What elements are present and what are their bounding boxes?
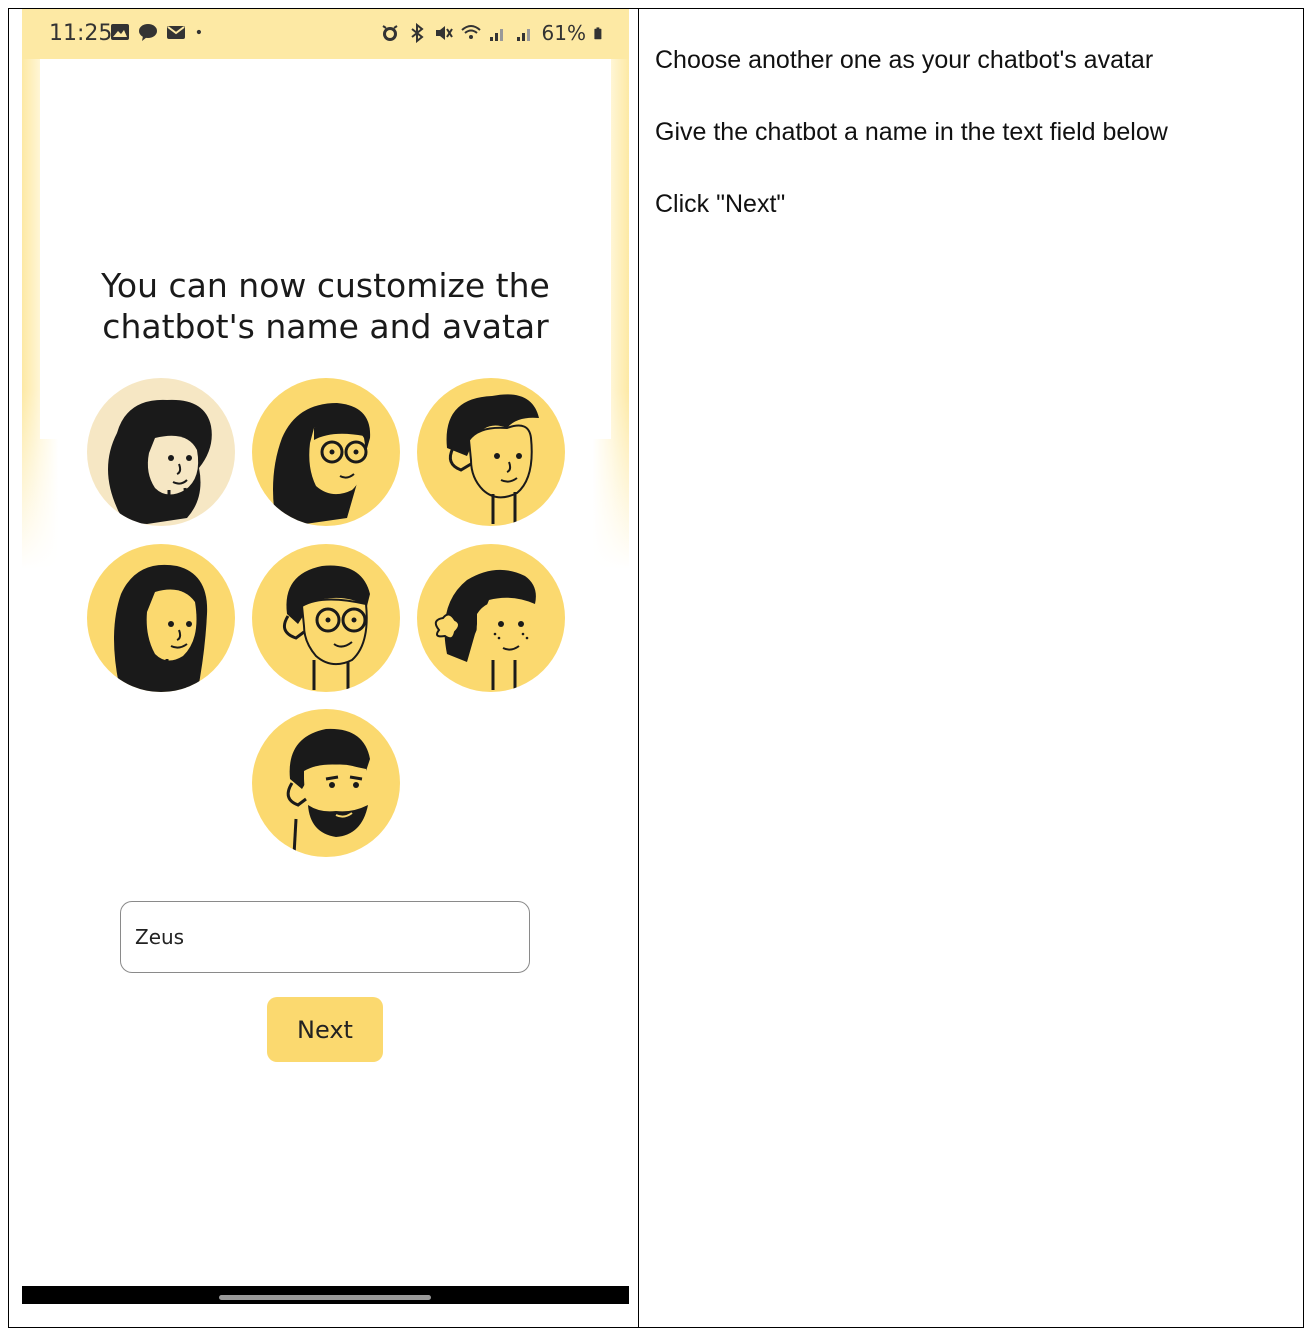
man-beard-icon (286, 728, 370, 856)
battery-icon (594, 27, 602, 40)
woman-glasses-icon (273, 403, 371, 526)
avatar-option-7[interactable] (252, 709, 400, 857)
mail-icon (167, 26, 185, 39)
alarm-icon (381, 25, 398, 41)
bluetooth-icon (410, 23, 424, 43)
instruction-step-3: Click "Next" (655, 190, 786, 218)
status-bar: 11:25 61% (22, 9, 629, 59)
mute-icon (435, 26, 453, 40)
instruction-step-2: Give the chatbot a name in the text fiel… (655, 118, 1168, 146)
page-title: You can now customize the chatbot's name… (101, 266, 550, 346)
man-wavy-hair-icon (446, 394, 539, 524)
status-time: 11:25 (49, 21, 113, 46)
instructions: Choose another one as your chatbot's ava… (655, 46, 1295, 262)
system-icons: 61% (380, 21, 607, 45)
woman-bun-freckles-icon (434, 569, 536, 690)
gallery-icon (111, 24, 129, 40)
battery-percent: 61% (541, 21, 586, 45)
table-column-divider (638, 8, 639, 1328)
chatbot-name-input[interactable] (120, 901, 530, 973)
signal-icon (516, 29, 530, 41)
man-glasses-icon (282, 565, 370, 690)
avatar-option-3[interactable] (417, 378, 565, 526)
avatar-option-2[interactable] (252, 378, 400, 526)
avatar-option-1[interactable] (87, 378, 235, 526)
dot-icon (196, 29, 201, 35)
avatar-option-6[interactable] (417, 544, 565, 692)
woman-long-hair-icon (114, 564, 208, 692)
instruction-step-1: Choose another one as your chatbot's ava… (655, 46, 1154, 74)
woman-curly-hair-icon (108, 399, 212, 524)
home-indicator[interactable] (219, 1295, 431, 1300)
phone-screenshot: 11:25 61% You can now customize the chat… (22, 9, 629, 1304)
navigation-bar (22, 1286, 629, 1304)
avatar-option-4[interactable] (87, 544, 235, 692)
avatar-option-5[interactable] (252, 544, 400, 692)
signal-icon (489, 29, 503, 41)
wifi-icon (460, 25, 481, 39)
next-button[interactable]: Next (267, 997, 383, 1062)
chat-icon (139, 24, 157, 41)
notification-icons (110, 22, 208, 42)
